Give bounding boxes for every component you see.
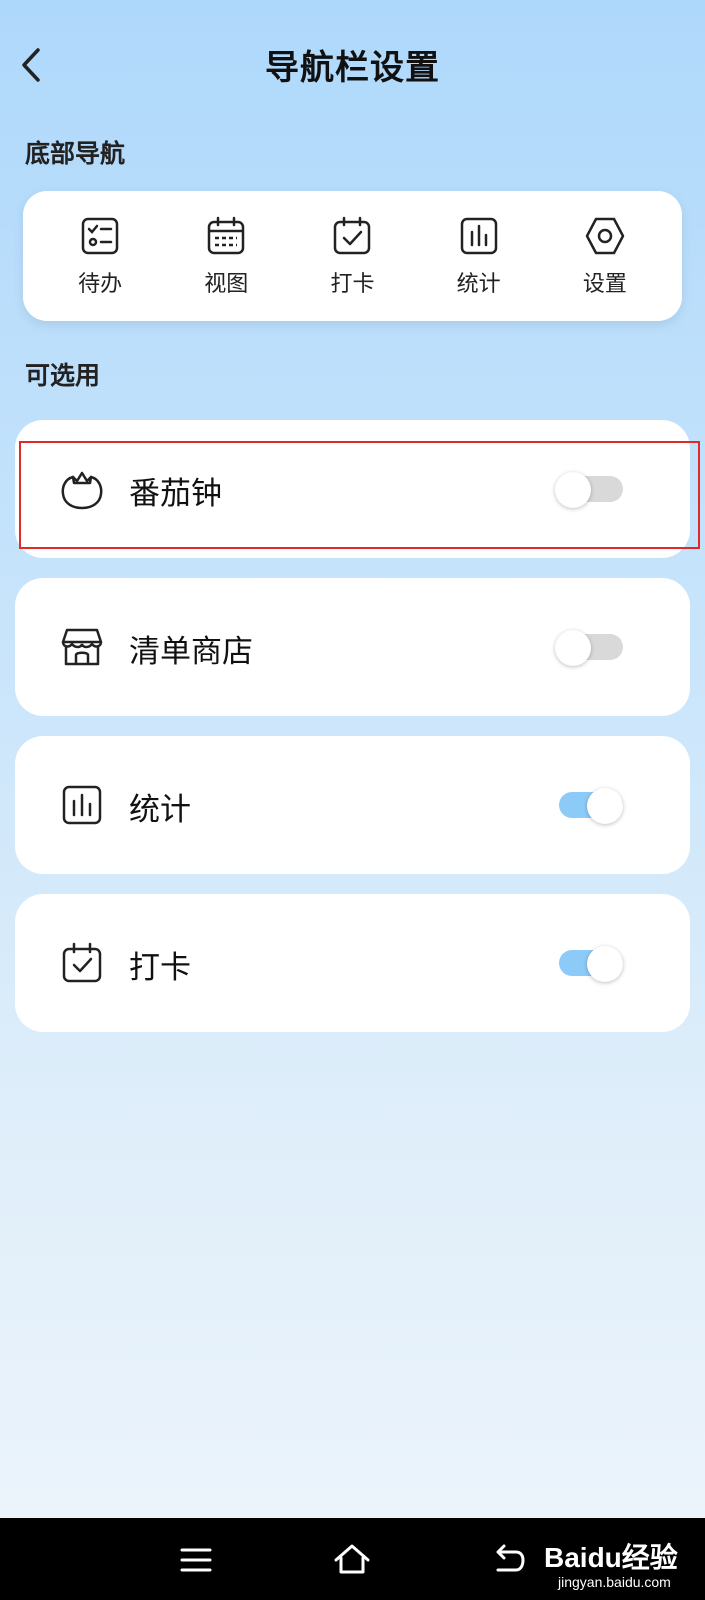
todo-list-icon xyxy=(81,217,119,255)
section-label-optional: 可选用 xyxy=(25,361,101,390)
bar-chart-icon xyxy=(62,785,102,825)
bottom-nav-label: 统计 xyxy=(456,272,501,297)
bottom-nav-label: 待办 xyxy=(78,272,123,297)
toggle-knob xyxy=(587,788,623,824)
toggle-knob xyxy=(587,946,623,982)
bar-chart-icon xyxy=(460,217,497,255)
check-in-calendar-icon xyxy=(334,216,371,255)
tomato-icon xyxy=(61,471,103,510)
optional-item-check-in: 打卡 xyxy=(15,894,690,1032)
optional-item-label: 清单商店 xyxy=(129,634,253,670)
bottom-nav-item-view[interactable]: 视图 xyxy=(171,214,281,298)
bottom-nav-item-todo[interactable]: 待办 xyxy=(45,214,155,298)
calendar-view-icon xyxy=(208,216,245,255)
bottom-nav-item-settings[interactable]: 设置 xyxy=(550,214,660,298)
watermark-url: jingyan.baidu.com xyxy=(558,1574,671,1590)
check-in-calendar-icon xyxy=(62,942,102,983)
system-back-button[interactable] xyxy=(486,1538,530,1582)
top-bar: 导航栏设置 xyxy=(0,0,705,130)
bottom-nav-label: 设置 xyxy=(582,272,627,297)
stats-toggle[interactable] xyxy=(555,788,623,824)
watermark-main: Baidu经验 xyxy=(544,1542,678,1573)
system-nav-bar: Baidu经验 jingyan.baidu.com xyxy=(0,1518,705,1600)
section-label-bottom-nav: 底部导航 xyxy=(25,139,126,168)
baidu-jingyan-watermark: Baidu经验 jingyan.baidu.com xyxy=(536,1526,701,1596)
menu-icon xyxy=(180,1548,212,1572)
optional-item-list-store: 清单商店 xyxy=(15,578,690,716)
bottom-nav-label: 打卡 xyxy=(330,272,375,297)
bottom-nav-item-check-in[interactable]: 打卡 xyxy=(297,214,407,298)
home-icon xyxy=(334,1544,370,1574)
toggle-knob xyxy=(555,472,591,508)
bottom-nav-item-stats[interactable]: 统计 xyxy=(424,214,534,298)
optional-item-label: 番茄钟 xyxy=(129,476,222,512)
home-button[interactable] xyxy=(330,1538,374,1582)
bottom-nav-preview: 待办 视图 打卡 统计 设置 xyxy=(23,191,682,321)
page-title: 导航栏设置 xyxy=(265,48,440,88)
check-in-toggle[interactable] xyxy=(555,946,623,982)
optional-item-stats: 统计 xyxy=(15,736,690,874)
bottom-nav-label: 视图 xyxy=(204,272,249,297)
optional-item-label: 统计 xyxy=(129,792,191,828)
store-icon xyxy=(61,628,103,666)
back-arrow-icon xyxy=(496,1544,525,1572)
menu-button[interactable] xyxy=(174,1538,218,1582)
hexagon-settings-icon xyxy=(585,217,625,255)
optional-item-pomodoro: 番茄钟 xyxy=(15,420,690,558)
optional-item-label: 打卡 xyxy=(129,950,191,986)
pomodoro-toggle[interactable] xyxy=(555,472,623,508)
toggle-knob xyxy=(555,630,591,666)
list-store-toggle[interactable] xyxy=(555,630,623,666)
